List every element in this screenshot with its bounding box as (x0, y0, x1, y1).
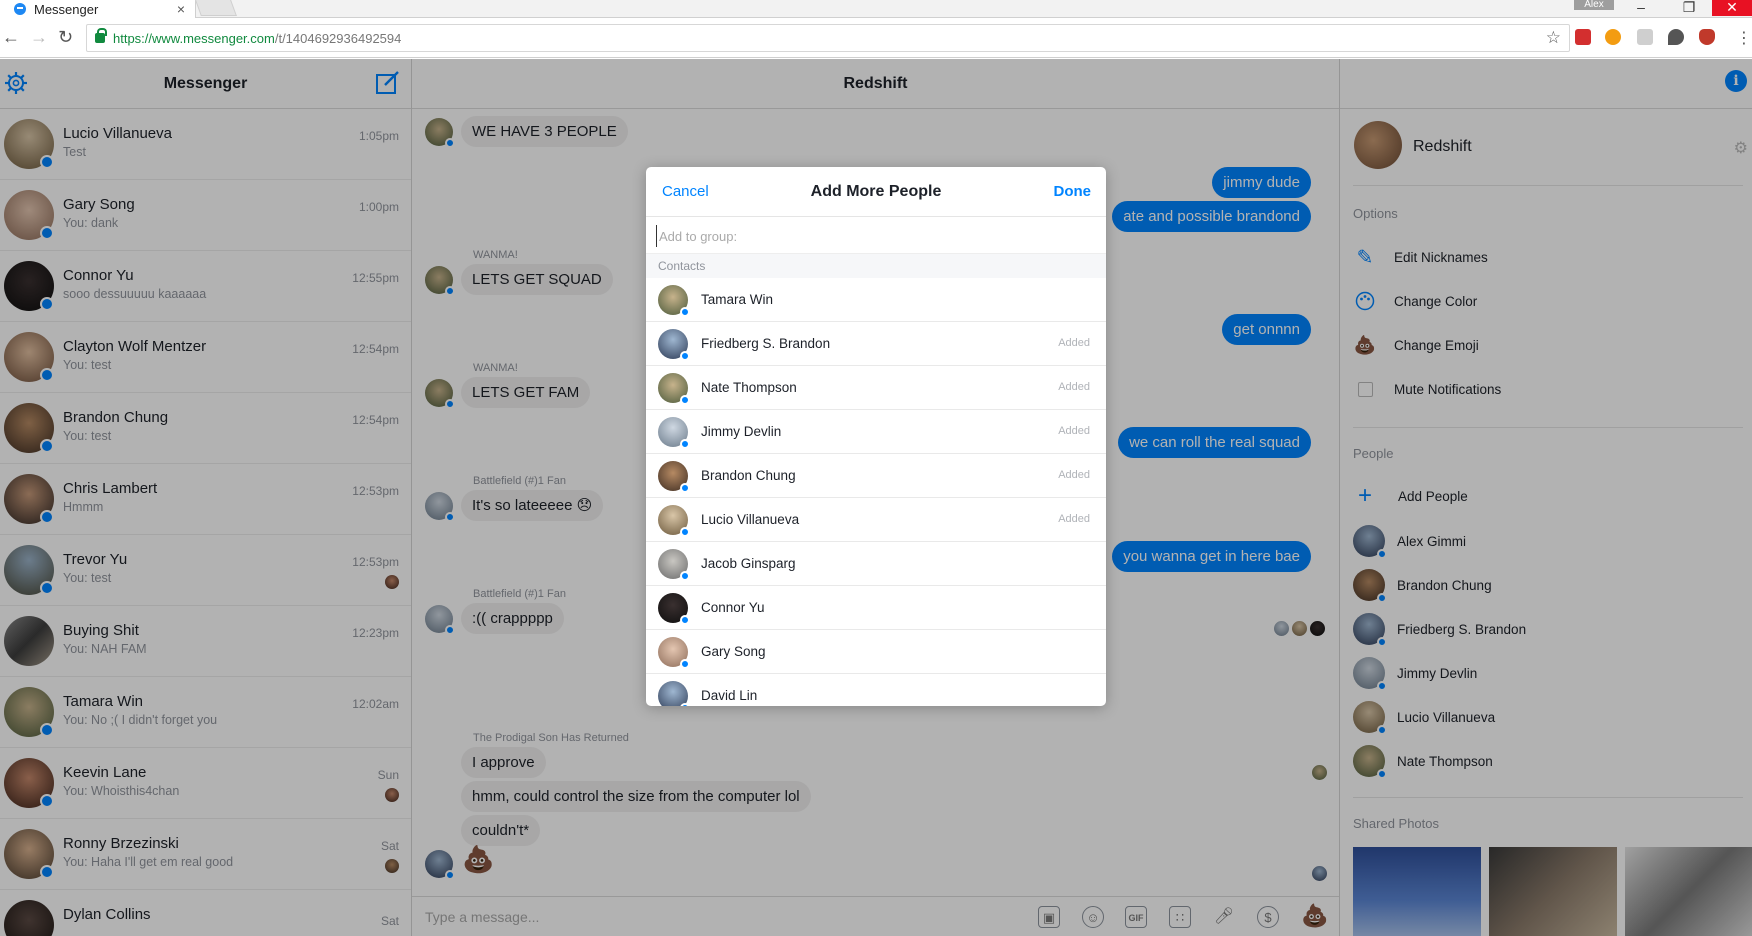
messenger-favicon-icon (14, 3, 26, 15)
lock-icon (95, 28, 107, 43)
contact-name: Nate Thompson (701, 380, 797, 395)
contact-row[interactable]: Gary Song (646, 630, 1106, 674)
browser-tab-title: Messenger (34, 1, 99, 17)
cancel-button[interactable]: Cancel (662, 183, 709, 200)
dialog-title: Add More People (810, 183, 942, 200)
browser-tab-bar: Messenger × Alex – ❐ ✕ (0, 0, 1752, 18)
contact-row[interactable]: Jimmy Devlin Added (646, 410, 1106, 454)
avatar (658, 461, 690, 493)
avatar (658, 637, 690, 669)
extension-red-icon[interactable] (1575, 29, 1591, 45)
extension-orange-icon[interactable] (1605, 29, 1621, 45)
contact-name: Jacob Ginsparg (701, 556, 796, 571)
contact-name: Jimmy Devlin (701, 424, 782, 439)
extension-grey-icon[interactable] (1637, 29, 1653, 45)
contact-name: Friedberg S. Brandon (701, 336, 831, 351)
contact-row[interactable]: David Lin (646, 674, 1106, 706)
browser-user-badge[interactable]: Alex (1574, 0, 1614, 10)
window-close-button[interactable]: ✕ (1712, 0, 1752, 16)
window-minimize-button[interactable]: – (1618, 0, 1664, 16)
contact-row[interactable]: Nate Thompson Added (646, 366, 1106, 410)
contacts-header: Contacts (646, 253, 1106, 278)
browser-toolbar: ← → ↻ https://www.messenger.com/t/140469… (0, 18, 1752, 58)
url-path: /t/1404692936492594 (274, 30, 402, 46)
tab-close-icon[interactable]: × (177, 0, 185, 18)
contact-row[interactable]: Tamara Win (646, 278, 1106, 322)
url-host: https://www.messenger.com (113, 30, 275, 46)
avatar (658, 549, 690, 581)
add-more-people-dialog: Add More People Cancel Done Contacts Tam… (646, 167, 1106, 706)
back-arrow-icon[interactable]: ← (2, 27, 20, 47)
dialog-header: Add More People Cancel Done (646, 167, 1106, 217)
contact-name: David Lin (701, 688, 758, 703)
address-bar[interactable]: https://www.messenger.com/t/140469293649… (86, 24, 1570, 52)
contact-row[interactable]: Lucio Villanueva Added (646, 498, 1106, 542)
reload-icon[interactable]: ↻ (58, 27, 73, 47)
avatar (658, 681, 690, 706)
added-label: Added (1058, 513, 1090, 525)
contact-name: Tamara Win (701, 292, 774, 307)
avatar (658, 285, 690, 317)
avatar (658, 593, 690, 625)
extension-chat-icon[interactable] (1668, 29, 1684, 45)
browser-menu-icon[interactable]: ⋮ (1736, 29, 1752, 49)
added-label: Added (1058, 469, 1090, 481)
done-button[interactable]: Done (1054, 183, 1092, 200)
avatar (658, 373, 690, 405)
ublock-shield-icon[interactable] (1699, 29, 1715, 45)
contact-name: Brandon Chung (701, 468, 796, 483)
forward-arrow-icon[interactable]: → (30, 27, 48, 47)
avatar (658, 329, 690, 361)
browser-tab[interactable]: Messenger × (0, 0, 196, 18)
added-label: Added (1058, 337, 1090, 349)
contact-name: Gary Song (701, 644, 766, 659)
new-tab-button[interactable] (195, 0, 237, 16)
contact-row[interactable]: Brandon Chung Added (646, 454, 1106, 498)
avatar (658, 417, 690, 449)
added-label: Added (1058, 425, 1090, 437)
added-label: Added (1058, 381, 1090, 393)
contact-name: Connor Yu (701, 600, 765, 615)
add-to-group-input[interactable] (656, 225, 1096, 247)
contact-name: Lucio Villanueva (701, 512, 800, 527)
contact-row[interactable]: Connor Yu (646, 586, 1106, 630)
contact-row[interactable]: Jacob Ginsparg (646, 542, 1106, 586)
contact-row[interactable]: Friedberg S. Brandon Added (646, 322, 1106, 366)
avatar (658, 505, 690, 537)
window-maximize-button[interactable]: ❐ (1666, 0, 1712, 16)
bookmark-star-icon[interactable]: ☆ (1546, 28, 1561, 48)
